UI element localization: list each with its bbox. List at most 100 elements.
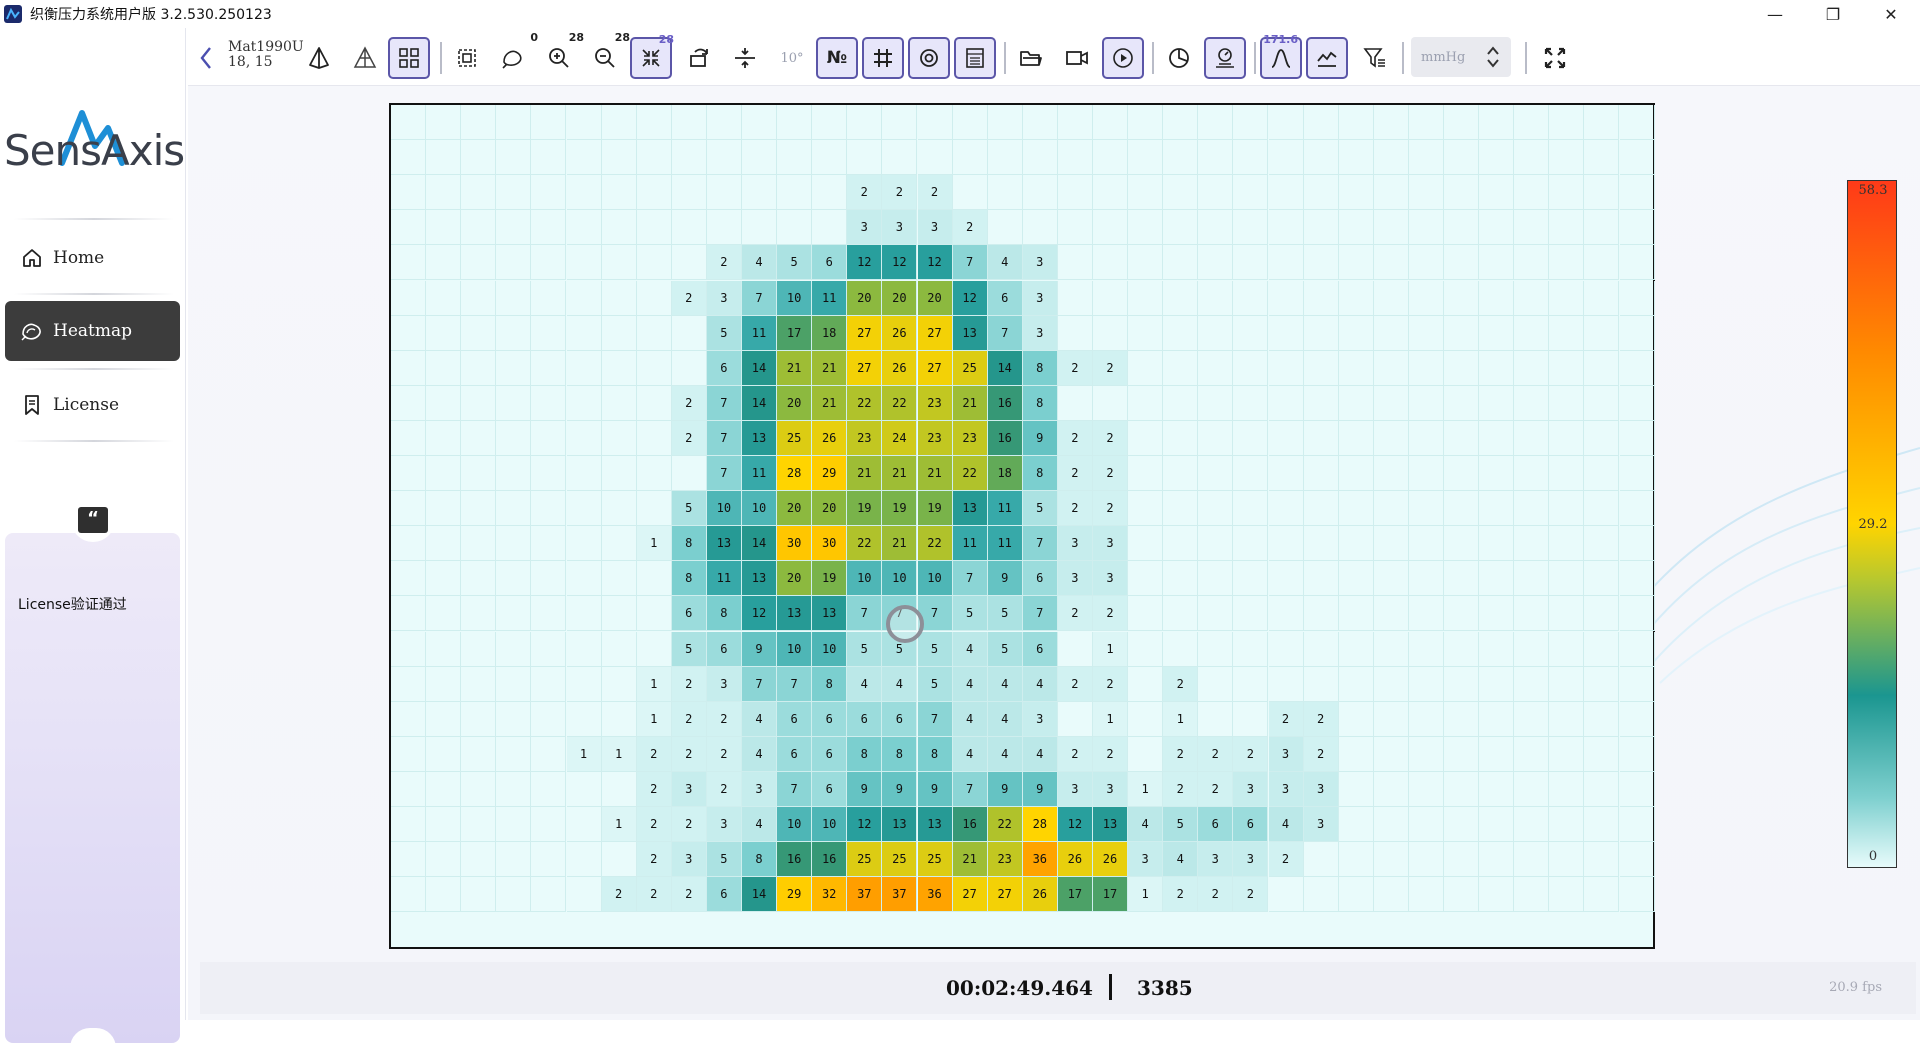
- heatmap-cell: [531, 526, 567, 562]
- heatmap-cell: 4: [742, 736, 777, 772]
- heatmap-cell: 12: [847, 245, 883, 281]
- heatmap-cell: [461, 526, 497, 562]
- heatmap-cell: 11: [742, 456, 777, 491]
- heatmap-cell: 2: [706, 771, 742, 807]
- heatmap-cell: 37: [847, 877, 883, 913]
- heatmap-cell: [531, 736, 567, 772]
- heatmap-cell: [566, 315, 602, 351]
- heatmap-cell: [1163, 105, 1199, 140]
- open-folder-button[interactable]: [1010, 37, 1052, 79]
- play-button[interactable]: [1102, 37, 1144, 79]
- filter-button[interactable]: [1354, 37, 1396, 79]
- heatmap-cell: 2: [601, 877, 637, 913]
- rotate-button[interactable]: [678, 37, 720, 79]
- sensor-button[interactable]: [1204, 37, 1246, 79]
- heatmap-cell: 14: [742, 385, 777, 421]
- heatmap-cell: 4: [742, 701, 777, 737]
- trend-line-button[interactable]: [1306, 37, 1348, 79]
- heatmap-cell: 23: [952, 420, 988, 456]
- number-toggle-button[interactable]: №: [816, 37, 858, 79]
- back-button[interactable]: [194, 37, 218, 79]
- zoom-out-button[interactable]: 28: [584, 31, 630, 79]
- heatmap-cell: 22: [987, 807, 1023, 842]
- heatmap-cell: [426, 315, 462, 351]
- sidebar-item-heatmap[interactable]: Heatmap: [5, 301, 180, 361]
- unit-select[interactable]: mmHg: [1411, 37, 1511, 77]
- view-3d-button[interactable]: [298, 37, 340, 79]
- heatmap-cell: 5: [706, 315, 742, 351]
- shrink-button[interactable]: 28: [630, 33, 674, 79]
- heatmap-cell: [1338, 280, 1374, 316]
- heatmap-cell: [461, 280, 497, 316]
- heatmap-cell: [1584, 456, 1620, 491]
- heatmap-cell: [1549, 561, 1585, 597]
- heatmap-cell: [1444, 385, 1479, 421]
- calculator-button[interactable]: [954, 37, 996, 79]
- peak-curve-button[interactable]: 171.6: [1260, 33, 1302, 79]
- heatmap-cell: [1128, 631, 1164, 667]
- heatmap-cell: [1408, 596, 1444, 632]
- zoom-in-button[interactable]: 28: [538, 31, 584, 79]
- grid-lines-button[interactable]: [862, 37, 904, 79]
- heatmap-cell: [601, 596, 637, 632]
- fullscreen-button[interactable]: [1534, 37, 1576, 79]
- heatmap-cell: [1584, 350, 1620, 386]
- center-target-button[interactable]: [908, 37, 950, 79]
- flip-button[interactable]: [724, 37, 766, 79]
- heatmap-cell: [1479, 175, 1515, 211]
- heatmap-cell: [566, 526, 602, 562]
- heatmap-cell: 22: [917, 526, 953, 562]
- heatmap-cell: [1163, 280, 1199, 316]
- heatmap-cell: 6: [1198, 807, 1234, 842]
- heatmap-cell: [636, 631, 672, 667]
- heatmap-cell: [1584, 561, 1620, 597]
- sidebar-item-home[interactable]: Home: [5, 228, 180, 288]
- heatmap-cell: [496, 771, 532, 807]
- heatmap-cell: [1128, 491, 1164, 527]
- heatmap-cell: [1163, 420, 1199, 456]
- heatmap-cell: [1584, 210, 1620, 246]
- sidebar-item-license[interactable]: License: [5, 375, 180, 435]
- heatmap-cell: [1549, 456, 1585, 491]
- record-video-button[interactable]: [1056, 37, 1098, 79]
- heatmap-cell: [461, 807, 497, 842]
- license-status-text: License验证通过: [18, 597, 127, 613]
- heatmap-cell: [1163, 315, 1199, 351]
- heatmap-cell: [1619, 631, 1655, 667]
- heatmap-cell: 24: [882, 420, 918, 456]
- heatmap-cell: 2: [671, 420, 707, 456]
- rotate-view-button[interactable]: 0: [492, 31, 538, 79]
- pressure-heatmap[interactable]: 2 2 2 3 3 3 2 2 4 5 6 12 12 12 7 4 3 2 3 7 10 11 20 20 20 12 6 3 5 11…: [389, 103, 1655, 949]
- minimize-button[interactable]: —: [1746, 0, 1804, 28]
- logo-text: SensAxis: [4, 126, 185, 175]
- angle-value[interactable]: 10°: [768, 37, 816, 79]
- heatmap-cell: 30: [812, 526, 848, 562]
- heatmap-cell: [601, 631, 637, 667]
- heatmap-cell: 29: [812, 456, 848, 491]
- heatmap-cell: [1128, 210, 1164, 246]
- heatmap-cell: 4: [1022, 736, 1058, 772]
- heatmap-cell: [1408, 456, 1444, 491]
- heatmap-cell: 8: [706, 596, 742, 632]
- heatmap-cell: [1408, 210, 1444, 246]
- elapsed-time: 00:02:49.464: [946, 976, 1093, 1000]
- grid-view-button[interactable]: [388, 37, 430, 79]
- pie-chart-button[interactable]: [1158, 37, 1200, 79]
- heatmap-cell: [461, 596, 497, 632]
- heatmap-cell: [1619, 596, 1655, 632]
- close-button[interactable]: ✕: [1862, 0, 1920, 28]
- heatmap-cell: [1408, 491, 1444, 527]
- heatmap-cell: [1549, 210, 1585, 246]
- heatmap-cell: 2: [636, 842, 672, 878]
- maximize-button[interactable]: ❐: [1804, 0, 1862, 28]
- heatmap-cell: [1303, 245, 1339, 281]
- heatmap-cell: [1549, 280, 1585, 316]
- select-region-button[interactable]: [446, 37, 488, 79]
- fps-readout: 20.9 fps: [1829, 980, 1882, 995]
- heatmap-cell: [1479, 666, 1515, 702]
- title-bar: 织衡压力系统用户版 3.2.530.250123 — ❐ ✕: [0, 0, 1920, 28]
- sidebar-item-label: Heatmap: [53, 321, 132, 341]
- view-wire-button[interactable]: [344, 37, 386, 79]
- heatmap-cell: 3: [1128, 842, 1164, 878]
- heatmap-cell: [1408, 807, 1444, 842]
